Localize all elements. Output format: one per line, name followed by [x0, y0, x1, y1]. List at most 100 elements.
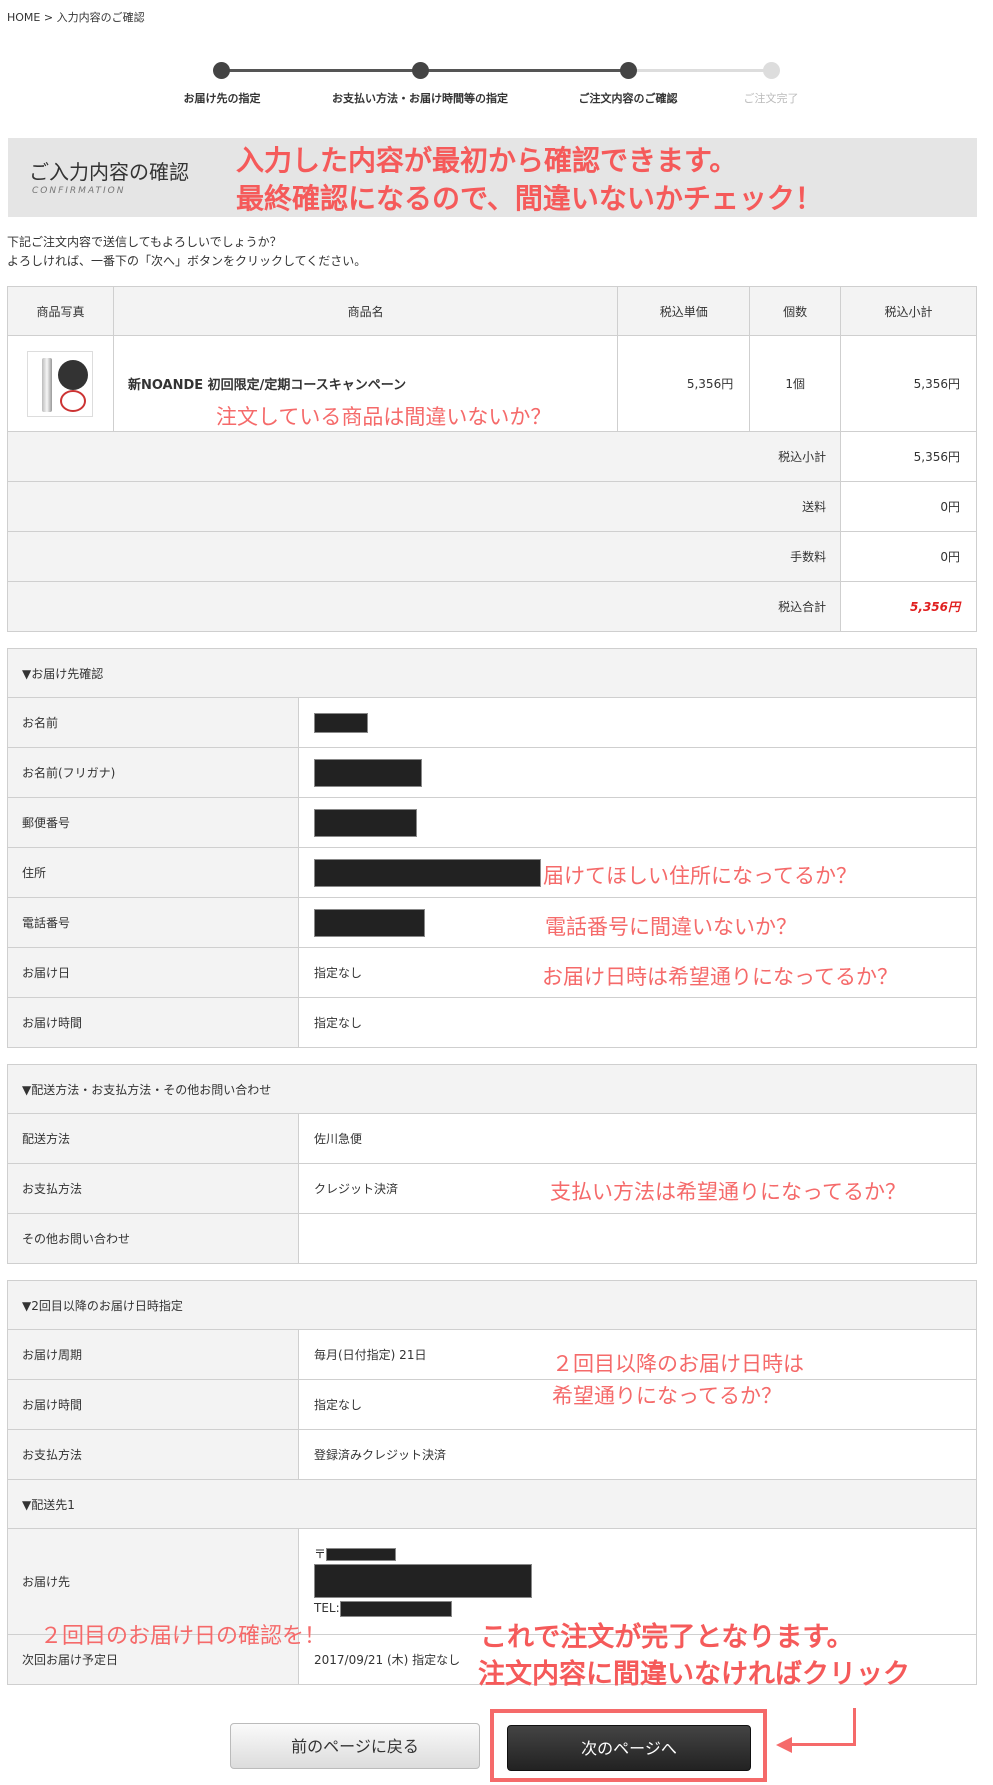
arrow-left-icon: [776, 1737, 792, 1753]
header-subtotal: 税込小計: [840, 286, 977, 336]
order-items-table: 商品写真 商品名 税込単価 個数 税込小計 新NOANDE 初回限定/定期コース…: [6, 286, 977, 632]
next-button-highlight: 次のページへ: [490, 1709, 767, 1782]
table-header-row: 商品写真 商品名 税込単価 個数 税込小計: [7, 286, 977, 336]
annotation-payment: 支払い方法は希望通りになってるか？: [550, 1180, 906, 1204]
summary-row: 送料 0円: [6, 481, 977, 532]
annotation-headline-2: 最終確認になるので、間違いないかチェック！: [236, 182, 823, 215]
delivery-label-kana: お名前(フリガナ): [7, 747, 299, 798]
annotation-product: 注文している商品は間違いないか？: [216, 405, 552, 429]
step-label-3: ご注文内容のご確認: [578, 92, 678, 105]
progress-line-todo: [625, 69, 772, 72]
redacted-block: [326, 1548, 397, 1562]
table-row: お届け周期 毎月(日付指定) 21日: [7, 1329, 977, 1380]
redacted-block: [314, 858, 541, 887]
page-subtitle: CONFIRMATION: [32, 186, 126, 196]
redacted-block: [314, 758, 422, 787]
breadcrumb-home-link[interactable]: HOME: [7, 11, 40, 24]
shipping-value-method: 佐川急便: [298, 1113, 977, 1164]
annotation-second-date: ２回目のお届け日の確認を！: [40, 1624, 327, 1649]
annotation-phone: 電話番号に間違いないか？: [545, 915, 797, 939]
shipping-label-inquiry: その他お問い合わせ: [7, 1213, 299, 1264]
table-row: お届け時間 指定なし: [7, 1379, 977, 1430]
delivery-label-postal: 郵便番号: [7, 797, 299, 848]
table-row: その他お問い合わせ: [7, 1213, 977, 1264]
product-image: [27, 350, 94, 417]
step-dot-1: [213, 62, 230, 79]
summary-row: 税込小計 5,356円: [6, 431, 977, 482]
summary-value-fee: 0円: [840, 531, 977, 582]
table-row: 郵便番号: [7, 797, 977, 848]
summary-row: 税込合計 5,356円: [6, 581, 977, 632]
header-name: 商品名: [112, 286, 619, 336]
back-button[interactable]: 前のページに戻る: [230, 1723, 480, 1769]
summary-value-subtotal: 5,356円: [840, 431, 977, 482]
summary-label-fee: 手数料: [6, 531, 842, 582]
step-label-1: お届け先の指定: [183, 92, 261, 105]
delivery-value-kana: [298, 747, 977, 798]
shipping-heading: ▼配送方法・お支払方法・その他お問い合わせ: [7, 1064, 977, 1114]
step-dot-4: [763, 62, 780, 79]
step-label-4: ご注文完了: [743, 92, 799, 105]
annotation-complete-2: 注文内容に間違いなければクリック: [478, 1659, 910, 1690]
product-photo-cell: [7, 335, 114, 432]
tel-label: TEL:: [314, 1601, 340, 1616]
header-photo: 商品写真: [7, 286, 114, 336]
next-button[interactable]: 次のページへ: [507, 1725, 751, 1771]
intro-line-1: 下記ご注文内容で送信してもよろしいでしょうか？: [7, 235, 282, 249]
summary-value-shipping: 0円: [840, 481, 977, 532]
intro-line-2: よろしければ、一番下の「次へ」ボタンをクリックしてください。: [7, 254, 367, 268]
redacted-block: [339, 1600, 452, 1617]
delivery-value-time: 指定なし: [298, 997, 977, 1048]
delivery-value-name: [298, 697, 977, 748]
postal-mark: 〒: [314, 1547, 327, 1562]
annotation-complete-1: これで注文が完了となります。: [480, 1622, 854, 1653]
subsequent-heading: ▼2回目以降のお届け日時指定: [7, 1280, 977, 1330]
shipping-label-payment: お支払方法: [7, 1163, 299, 1214]
annotation-address: 届けてほしい住所になってるか？: [543, 864, 857, 888]
redacted-block: [314, 808, 417, 837]
table-row: 配送方法 佐川急便: [7, 1113, 977, 1164]
destination-heading: ▼配送先1: [7, 1479, 977, 1529]
summary-value-total: 5,356円: [840, 581, 977, 632]
step-dot-2: [412, 62, 429, 79]
subsequent-value-payment: 登録済みクレジット決済: [298, 1429, 977, 1480]
redacted-block: [314, 712, 368, 733]
summary-label-subtotal: 税込小計: [6, 431, 842, 482]
delivery-label-time: お届け時間: [7, 997, 299, 1048]
table-row: お名前: [7, 697, 977, 748]
table-row: お支払方法 登録済みクレジット決済: [7, 1429, 977, 1480]
shipping-table: ▼配送方法・お支払方法・その他お問い合わせ 配送方法 佐川急便 お支払方法 クレ…: [7, 1064, 977, 1264]
product-qty: 1個: [749, 335, 842, 432]
annotation-headline-1: 入力した内容が最初から確認できます。: [236, 144, 738, 177]
product-subtotal: 5,356円: [840, 335, 977, 432]
table-row: お届け時間 指定なし: [7, 997, 977, 1048]
progress-steps: お届け先の指定 お支払い方法・お届け時間等の指定 ご注文内容のご確認 ご注文完了: [0, 55, 993, 115]
breadcrumb-separator: >: [43, 11, 54, 24]
arrow-line-vertical: [853, 1708, 856, 1746]
summary-label-shipping: 送料: [6, 481, 842, 532]
header-price: 税込単価: [617, 286, 751, 336]
annotation-delivery-date: お届け日時は希望通りになってるか？: [542, 965, 898, 989]
table-row: 電話番号: [7, 897, 977, 948]
redacted-block: [314, 1564, 532, 1599]
table-row: お名前(フリガナ): [7, 747, 977, 798]
delivery-value-postal: [298, 797, 977, 848]
annotation-second-delivery-2: 希望通りになってるか？: [552, 1384, 782, 1408]
delivery-label-name: お名前: [7, 697, 299, 748]
summary-row: 手数料 0円: [6, 531, 977, 582]
delivery-label-address: 住所: [7, 847, 299, 898]
delivery-heading: ▼お届け先確認: [7, 648, 977, 698]
shipping-label-method: 配送方法: [7, 1113, 299, 1164]
delivery-label-phone: 電話番号: [7, 897, 299, 948]
header-qty: 個数: [749, 286, 842, 336]
delivery-label-date: お届け日: [7, 947, 299, 998]
subsequent-label-cycle: お届け周期: [7, 1329, 299, 1380]
arrow-line-horizontal: [790, 1743, 856, 1746]
product-price: 5,356円: [617, 335, 751, 432]
breadcrumb-current: 入力内容のご確認: [56, 11, 145, 24]
redacted-block: [314, 908, 425, 937]
step-label-2: お支払い方法・お届け時間等の指定: [332, 92, 508, 105]
subsequent-label-payment: お支払方法: [7, 1429, 299, 1480]
intro-text: 下記ご注文内容で送信してもよろしいでしょうか？ よろしければ、一番下の「次へ」ボ…: [7, 233, 366, 271]
annotation-second-delivery-1: ２回目以降のお届け日時は: [552, 1352, 804, 1376]
